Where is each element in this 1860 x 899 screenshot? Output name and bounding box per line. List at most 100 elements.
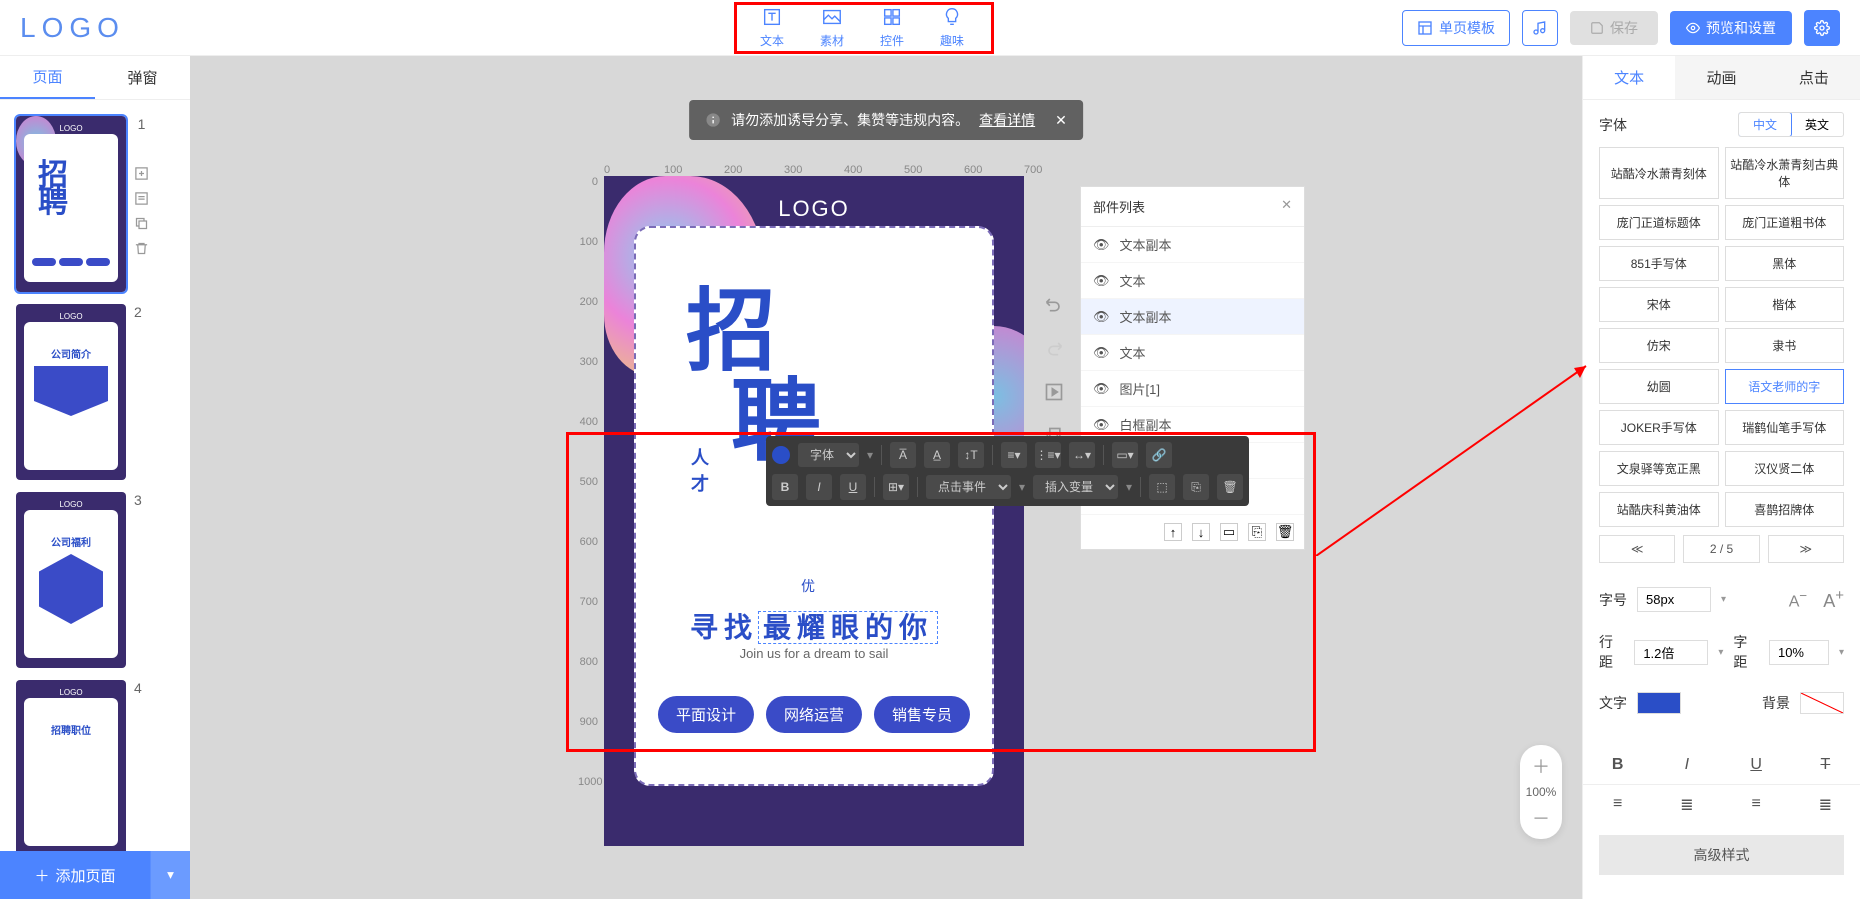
insert-var-select[interactable]: 插入变量 <box>1033 475 1118 499</box>
color-swatch[interactable] <box>772 446 790 464</box>
font-next[interactable]: ≫ <box>1768 535 1844 563</box>
add-page-dropdown[interactable]: ▾ <box>150 851 190 899</box>
tool-widget[interactable]: 控件 <box>880 6 904 49</box>
font-7[interactable]: 楷体 <box>1725 287 1845 322</box>
fmt-strike[interactable]: T <box>1810 756 1840 774</box>
size-dec[interactable]: A− <box>1789 588 1807 611</box>
comp-item-4[interactable]: 👁图片[1] <box>1081 371 1304 407</box>
tb-align[interactable]: ≡▾ <box>1001 442 1027 468</box>
font-prev[interactable]: ≪ <box>1599 535 1675 563</box>
tb-font-size-down[interactable]: A̲ <box>924 442 950 468</box>
subtitle-top[interactable]: 优 <box>801 576 827 596</box>
comp-down[interactable]: ↓ <box>1192 523 1210 541</box>
page-thumb-2[interactable]: LOGO公司简介 <box>16 304 126 480</box>
zoom-in[interactable]: ＋ <box>1532 753 1550 779</box>
warning-link[interactable]: 查看详情 <box>979 110 1035 130</box>
comp-item-0[interactable]: 👁文本副本 <box>1081 227 1304 263</box>
font-9[interactable]: 隶书 <box>1725 328 1845 363</box>
pill-3[interactable]: 销售专员 <box>874 696 970 733</box>
rp-tab-click[interactable]: 点击 <box>1768 56 1860 99</box>
tb-valign[interactable]: ⊞▾ <box>883 474 909 500</box>
fmt-italic[interactable]: I <box>1672 756 1702 774</box>
zoom-out[interactable]: － <box>1532 805 1550 831</box>
text-color[interactable] <box>1637 692 1681 714</box>
tool-fun[interactable]: 趣味 <box>940 6 964 49</box>
lang-cn[interactable]: 中文 <box>1738 112 1792 137</box>
font-13[interactable]: 瑞鹤仙笔手写体 <box>1725 410 1845 445</box>
font-16[interactable]: 站酷庆科黄油体 <box>1599 492 1719 527</box>
list-icon[interactable] <box>134 191 149 206</box>
tb-spacing[interactable]: ↔▾ <box>1069 442 1095 468</box>
size-inc[interactable]: A+ <box>1823 587 1844 612</box>
font-0[interactable]: 站酷冷水萧青刻体 <box>1599 147 1719 199</box>
rp-tab-text[interactable]: 文本 <box>1583 56 1675 99</box>
font-6[interactable]: 宋体 <box>1599 287 1719 322</box>
comp-item-2[interactable]: 👁文本副本 <box>1081 299 1304 335</box>
lang-en[interactable]: 英文 <box>1791 113 1843 136</box>
play-button[interactable] <box>1040 378 1068 406</box>
advanced-style-button[interactable]: 高级样式 <box>1599 835 1844 875</box>
delete-icon[interactable] <box>134 241 149 256</box>
font-12[interactable]: JOKER手写体 <box>1599 410 1719 445</box>
preview-button[interactable]: 预览和设置 <box>1670 11 1792 45</box>
tb-clear-format[interactable]: ↕T <box>958 442 984 468</box>
size-input[interactable] <box>1637 587 1711 612</box>
font-10[interactable]: 幼圆 <box>1599 369 1719 404</box>
headline-selected[interactable]: 最耀眼的你 <box>758 611 938 644</box>
undo-button[interactable] <box>1040 290 1068 318</box>
tb-font-size-up[interactable]: A̅ <box>890 442 916 468</box>
comp-up[interactable]: ↑ <box>1164 523 1182 541</box>
canvas[interactable]: LOGO 招 聘 人才 优 寻找最耀眼的你 Join us for a drea… <box>604 176 1024 846</box>
click-event-select[interactable]: 点击事件 <box>926 475 1011 499</box>
font-1[interactable]: 站酷冷水萧青刻古典体 <box>1725 147 1845 199</box>
fmt-bold[interactable]: B <box>1603 756 1633 774</box>
font-4[interactable]: 851手写体 <box>1599 246 1719 281</box>
tb-italic[interactable]: I <box>806 474 832 500</box>
comp-item-1[interactable]: 👁文本 <box>1081 263 1304 299</box>
align-right[interactable]: ≡ <box>1741 795 1771 815</box>
tb-border[interactable]: ▭▾ <box>1112 442 1138 468</box>
subtitle-en[interactable]: Join us for a dream to sail <box>740 646 889 661</box>
font-14[interactable]: 文泉驿等宽正黑 <box>1599 451 1719 486</box>
hire-subtitle[interactable]: 人才 <box>686 448 712 500</box>
pill-1[interactable]: 平面设计 <box>658 696 754 733</box>
canvas-logo[interactable]: LOGO <box>778 196 850 222</box>
fmt-underline[interactable]: U <box>1741 756 1771 774</box>
comp-folder[interactable]: ▭ <box>1220 523 1238 541</box>
tool-material[interactable]: 素材 <box>820 6 844 49</box>
tb-list[interactable]: ⋮≡▾ <box>1035 442 1061 468</box>
align-left[interactable]: ≡ <box>1603 795 1633 815</box>
font-2[interactable]: 庞门正道标题体 <box>1599 205 1719 240</box>
tab-pages[interactable]: 页面 <box>0 56 95 99</box>
tab-popups[interactable]: 弹窗 <box>95 56 190 99</box>
comp-close[interactable]: ✕ <box>1281 197 1292 216</box>
font-8[interactable]: 仿宋 <box>1599 328 1719 363</box>
rp-tab-animation[interactable]: 动画 <box>1675 56 1767 99</box>
tb-bold[interactable]: B <box>772 474 798 500</box>
redo-button[interactable] <box>1040 334 1068 362</box>
align-center[interactable]: ≣ <box>1672 795 1702 815</box>
copy-icon[interactable] <box>134 216 149 231</box>
text-toolbar[interactable]: 字体 ▾ A̅ A̲ ↕T ≡▾ ⋮≡▾ ↔▾ ▭▾ 🔗 B I U ⊞▾ 点击… <box>766 436 1249 506</box>
bg-color[interactable] <box>1800 692 1844 714</box>
font-15[interactable]: 汉仪贤二体 <box>1725 451 1845 486</box>
tb-copy[interactable]: ⎘ <box>1183 474 1209 500</box>
align-justify[interactable]: ≣ <box>1810 795 1840 815</box>
font-select[interactable]: 字体 <box>798 443 859 467</box>
page-thumb-4[interactable]: LOGO招聘职位 <box>16 680 126 851</box>
font-3[interactable]: 庞门正道粗书体 <box>1725 205 1845 240</box>
font-11[interactable]: 语文老师的字 <box>1725 369 1845 404</box>
line-input[interactable] <box>1634 640 1708 665</box>
pill-2[interactable]: 网络运营 <box>766 696 862 733</box>
tool-text[interactable]: 文本 <box>760 6 784 49</box>
warning-close[interactable]: ✕ <box>1055 112 1067 129</box>
font-5[interactable]: 黑体 <box>1725 246 1845 281</box>
settings-button[interactable] <box>1804 10 1840 46</box>
comp-copy[interactable]: ⎘ <box>1248 523 1266 541</box>
music-button[interactable] <box>1522 10 1558 46</box>
page-thumb-1[interactable]: LOGO招聘 <box>16 116 126 292</box>
font-17[interactable]: 喜鹊招牌体 <box>1725 492 1845 527</box>
add-page-button[interactable]: ＋ 添加页面 <box>0 851 150 899</box>
tb-layer-up[interactable]: ⬚ <box>1149 474 1175 500</box>
tb-delete[interactable]: 🗑 <box>1217 474 1243 500</box>
